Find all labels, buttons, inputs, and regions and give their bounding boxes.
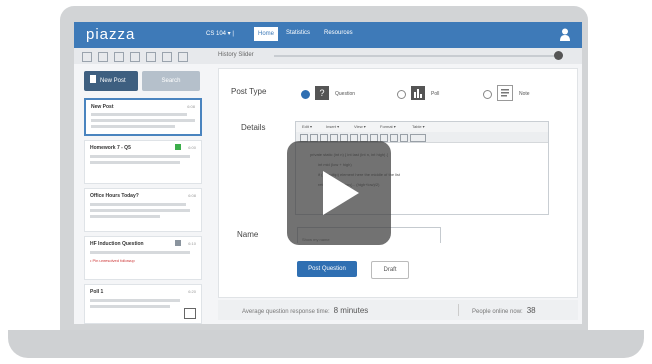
search-button[interactable]: Search: [142, 71, 200, 91]
post-title: HF Induction Question: [90, 241, 144, 247]
menu-table[interactable]: Table ▾: [412, 124, 425, 129]
radio-note[interactable]: [483, 90, 492, 99]
online-label: People online now:: [472, 309, 523, 315]
poll-chart-icon[interactable]: [411, 86, 425, 100]
post-preview-line: [90, 155, 190, 158]
user-icon[interactable]: [560, 28, 570, 41]
post-preview-line: [90, 209, 190, 212]
post-preview-line: [90, 251, 190, 254]
list-item[interactable]: New Post 6:08: [84, 98, 202, 136]
post-preview-line: [91, 119, 195, 122]
post-time: 6:08: [188, 193, 196, 198]
type-poll-label: Poll: [431, 91, 440, 97]
style-dropdown[interactable]: [410, 134, 426, 142]
folder-icon[interactable]: [162, 52, 172, 62]
instructor-flag-icon: [175, 144, 181, 150]
menu-insert[interactable]: Insert ▾: [326, 124, 339, 129]
nav-home[interactable]: Home: [254, 27, 278, 41]
online-count: People online now: 38: [472, 306, 536, 315]
folder-icon[interactable]: [130, 52, 140, 62]
new-post-form: Post Type ? Question Poll Note Details E…: [218, 68, 578, 298]
post-list-panel: New Post Search New Post 6:08 Homework 7…: [80, 68, 206, 324]
radio-poll[interactable]: [397, 90, 406, 99]
new-post-label: New Post: [100, 78, 126, 84]
online-value: 38: [526, 306, 536, 315]
folder-icon[interactable]: [146, 52, 156, 62]
avg-response-value: 8 minutes: [333, 306, 369, 315]
folder-icon[interactable]: [82, 52, 92, 62]
list-item[interactable]: Poll 1 6:20: [84, 284, 202, 324]
document-icon: [90, 75, 96, 83]
piazza-logo[interactable]: piazza: [86, 26, 135, 43]
type-question-label: Question: [335, 91, 356, 97]
code-icon[interactable]: [390, 134, 398, 142]
draft-button[interactable]: Draft: [371, 261, 409, 279]
note-icon[interactable]: [497, 85, 513, 101]
post-preview-line: [90, 305, 170, 308]
name-label: Name: [237, 230, 259, 239]
folder-toolbar: History Slider: [74, 48, 582, 64]
history-label: History Slider: [218, 52, 254, 58]
list-item[interactable]: Homework 7 - Q5 6:00: [84, 140, 202, 184]
question-icon[interactable]: ?: [315, 86, 329, 100]
post-preview-line: [91, 113, 187, 116]
formula-icon[interactable]: [400, 134, 408, 142]
radio-question[interactable]: [301, 90, 310, 99]
post-time: 6:10: [188, 241, 196, 246]
post-title: Homework 7 - Q5: [90, 145, 131, 151]
search-label: Search: [161, 78, 181, 84]
menu-view[interactable]: View ▾: [354, 124, 366, 129]
post-preview-line: [91, 125, 175, 128]
class-selector[interactable]: CS 104 ▾ |: [206, 30, 234, 37]
type-note-label: Note: [519, 91, 530, 97]
history-slider-knob[interactable]: [554, 51, 563, 60]
unresolved-followup-tag: • Pin unresolved followup: [90, 258, 135, 263]
laptop-base: [8, 330, 644, 358]
menu-edit[interactable]: Edit ▾: [302, 124, 312, 129]
folder-icon[interactable]: [114, 52, 124, 62]
post-type-label: Post Type: [231, 87, 267, 96]
post-time: 6:08: [187, 104, 195, 109]
post-preview-line: [90, 215, 160, 218]
post-question-button[interactable]: Post Question: [297, 261, 357, 277]
image-icon: [184, 308, 196, 319]
note-icon: [175, 240, 181, 246]
post-time: 6:20: [188, 289, 196, 294]
post-preview-line: [90, 203, 186, 206]
list-item[interactable]: Office Hours Today? 6:08: [84, 188, 202, 232]
stats-footer: Average question response time: 8 minutes…: [218, 300, 578, 320]
editor-menubar: Edit ▾ Insert ▾ View ▾ Format ▾ Table ▾: [296, 122, 548, 132]
divider: [458, 304, 459, 316]
list-item[interactable]: HF Induction Question 6:10 • Pin unresol…: [84, 236, 202, 280]
nav-resources[interactable]: Resources: [324, 30, 353, 36]
folder-icon[interactable]: [98, 52, 108, 62]
top-navbar: piazza CS 104 ▾ | Home Statistics Resour…: [74, 22, 582, 48]
post-preview-line: [90, 299, 180, 302]
post-title: Office Hours Today?: [90, 193, 139, 199]
folder-icon[interactable]: [178, 52, 188, 62]
history-slider-track[interactable]: [274, 55, 556, 57]
new-post-button[interactable]: New Post: [84, 71, 138, 91]
post-time: 6:00: [188, 145, 196, 150]
avg-response-label: Average question response time:: [242, 309, 330, 315]
avg-response-time: Average question response time: 8 minutes: [242, 306, 368, 315]
video-play-button[interactable]: [287, 141, 391, 245]
play-icon: [323, 171, 359, 215]
post-preview-line: [90, 161, 180, 164]
nav-statistics[interactable]: Statistics: [286, 30, 310, 36]
post-title: Poll 1: [90, 289, 104, 295]
post-title: New Post: [91, 104, 114, 110]
menu-format[interactable]: Format ▾: [380, 124, 396, 129]
details-label: Details: [241, 123, 266, 132]
